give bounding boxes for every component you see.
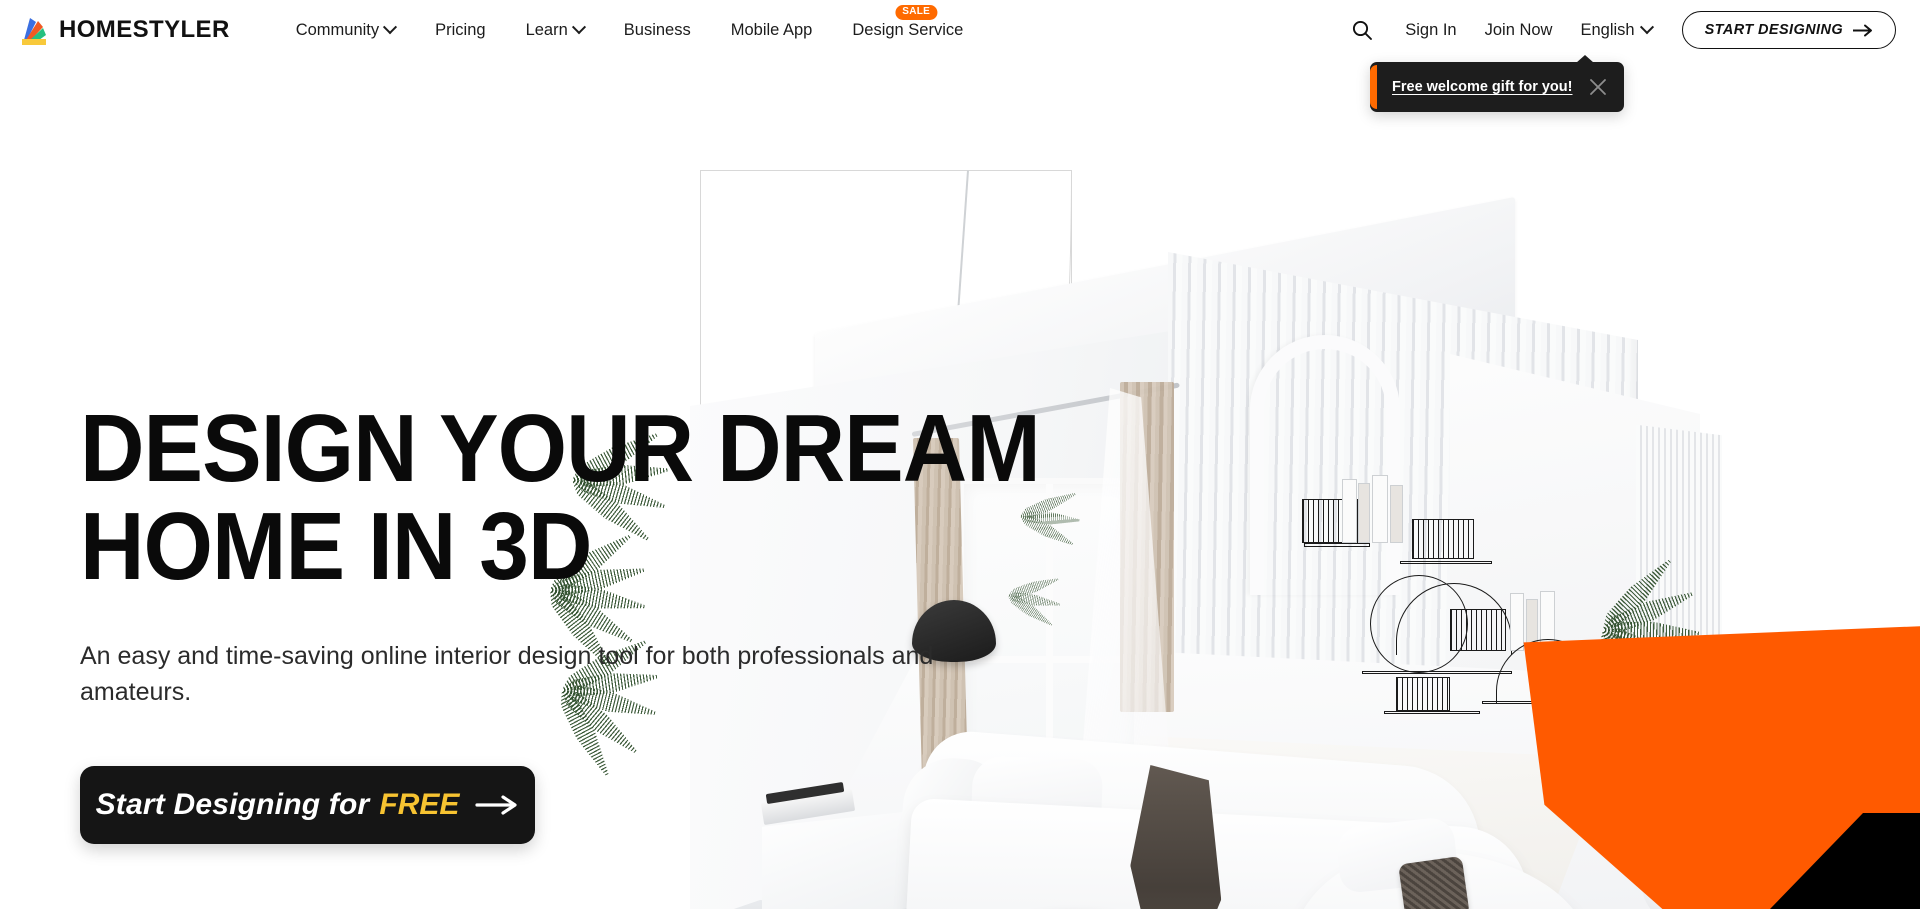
sculpture-pedestal	[1642, 658, 1714, 909]
throw-pillow	[1398, 855, 1470, 909]
close-icon[interactable]	[1588, 77, 1608, 97]
cta-label: Start Designing for	[95, 788, 370, 822]
pedestal-cup	[1646, 658, 1710, 702]
nav-item-label: Business	[623, 20, 691, 39]
plant-pot	[1635, 688, 1709, 788]
nav-item-community[interactable]: Community	[276, 20, 415, 40]
nav-item-label: Design Service	[852, 20, 964, 39]
start-designing-button[interactable]: START DESIGNING	[1681, 11, 1896, 49]
sale-badge: SALE	[895, 4, 938, 20]
chevron-down-icon	[383, 20, 398, 35]
brand-logo[interactable]: HOMESTYLER	[14, 12, 230, 48]
nav-item-label: Community	[295, 20, 380, 39]
slatted-wall	[1168, 252, 1638, 758]
right-wall	[1450, 354, 1700, 778]
language-label: English	[1580, 20, 1635, 39]
nav-item-design-service[interactable]: SALE Design Service	[832, 4, 983, 40]
headline-line-2: HOME IN 3D	[80, 492, 592, 600]
homestyler-fan-logo-icon	[14, 12, 50, 48]
throw-blanket	[1126, 764, 1226, 909]
nav-item-label: Learn	[525, 20, 568, 39]
nav-item-label: Pricing	[435, 20, 486, 39]
hero-content: DESIGN YOUR DREAM HOME IN 3D An easy and…	[80, 400, 1112, 845]
floor-front-edge	[670, 900, 1570, 909]
chevron-down-icon	[1639, 20, 1654, 35]
start-designing-free-button[interactable]: Start Designing for FREE	[80, 766, 535, 845]
nav-item-learn[interactable]: Learn	[506, 20, 604, 40]
free-gift-link[interactable]: Free welcome gift for you!	[1392, 79, 1572, 95]
tooltip-pointer	[1576, 55, 1594, 63]
sofa-cushion	[1334, 816, 1460, 894]
wire-shelf-artwork	[1300, 465, 1630, 775]
arrow-right-icon	[1853, 24, 1872, 36]
chevron-down-icon	[571, 20, 586, 35]
nav-item-label: Mobile App	[730, 20, 813, 39]
top-navigation-bar: HOMESTYLER Community Pricing Learn Busin…	[0, 0, 1920, 60]
free-gift-tooltip[interactable]: Free welcome gift for you!	[1370, 55, 1624, 112]
nav-item-business[interactable]: Business	[604, 21, 711, 40]
language-selector[interactable]: English	[1566, 20, 1665, 40]
archway	[1250, 335, 1400, 595]
nav-item-mobile-app[interactable]: Mobile App	[711, 21, 833, 40]
join-now-link[interactable]: Join Now	[1471, 21, 1567, 40]
arrow-right-icon	[475, 794, 519, 816]
nav-links: Community Pricing Learn Business Mobile …	[276, 4, 984, 40]
sign-in-link[interactable]: Sign In	[1391, 21, 1470, 40]
hero-subtitle: An easy and time-saving online interior …	[80, 641, 934, 707]
start-designing-label: START DESIGNING	[1704, 22, 1843, 38]
pedestal-sphere	[1642, 704, 1714, 778]
headline-line-1: DESIGN YOUR DREAM	[80, 395, 1041, 502]
orange-accent-shape	[1523, 625, 1920, 909]
slatted-column	[1636, 424, 1722, 736]
nav-item-pricing[interactable]: Pricing	[415, 21, 505, 40]
homestyler-landing-page: HOMESTYLER Community Pricing Learn Busin…	[0, 0, 1920, 909]
cta-highlight: FREE	[379, 788, 460, 822]
page-title: DESIGN YOUR DREAM HOME IN 3D	[80, 400, 1041, 600]
curtain-right	[1120, 382, 1174, 712]
sofa-chaise	[1285, 842, 1595, 909]
nav-right-group: Sign In Join Now English START DESIGNING	[1345, 11, 1920, 49]
pedestal-sphere	[1642, 848, 1714, 909]
brand-name: HOMESTYLER	[59, 16, 230, 43]
search-icon[interactable]	[1345, 13, 1379, 47]
pedestal-sphere	[1642, 776, 1714, 850]
black-corner-accent	[1770, 813, 1920, 909]
